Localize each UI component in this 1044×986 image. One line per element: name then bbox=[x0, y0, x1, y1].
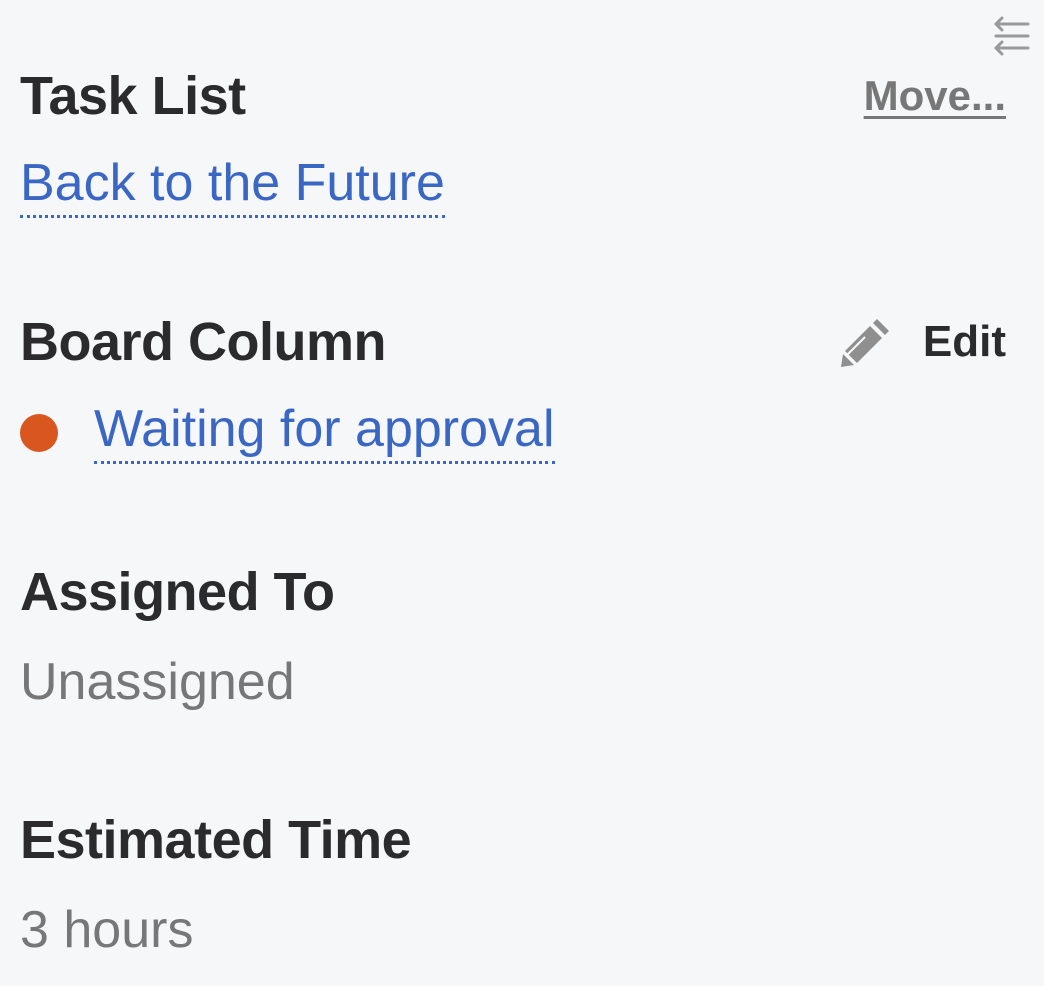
edit-label: Edit bbox=[922, 317, 1006, 366]
status-dot bbox=[20, 413, 58, 452]
assigned-to-heading: Assigned To bbox=[20, 562, 335, 622]
board-column-link[interactable]: Waiting for approval bbox=[94, 402, 555, 464]
move-link[interactable]: Move... bbox=[864, 72, 1006, 120]
edit-board-column-button[interactable]: Edit bbox=[839, 315, 1006, 369]
estimated-time-heading: Estimated Time bbox=[20, 810, 412, 870]
collapse-arrows-icon bbox=[994, 16, 1030, 56]
task-list-heading: Task List bbox=[20, 66, 246, 126]
board-column-section: Board Column Edit Waiting for approval bbox=[20, 312, 1006, 464]
board-column-heading: Board Column bbox=[20, 312, 387, 372]
assigned-to-value: Unassigned bbox=[20, 653, 295, 711]
task-list-link[interactable]: Back to the Future bbox=[20, 156, 445, 218]
collapse-panel-button[interactable] bbox=[988, 16, 1032, 56]
estimated-time-section: Estimated Time 3 hours bbox=[20, 810, 1006, 960]
estimated-time-value: 3 hours bbox=[20, 901, 194, 959]
task-list-section: Task List Move... Back to the Future bbox=[20, 66, 1006, 218]
assigned-to-section: Assigned To Unassigned bbox=[20, 562, 1006, 712]
pencil-icon bbox=[840, 319, 889, 367]
task-details-panel: Task List Move... Back to the Future Boa… bbox=[0, 0, 1044, 986]
